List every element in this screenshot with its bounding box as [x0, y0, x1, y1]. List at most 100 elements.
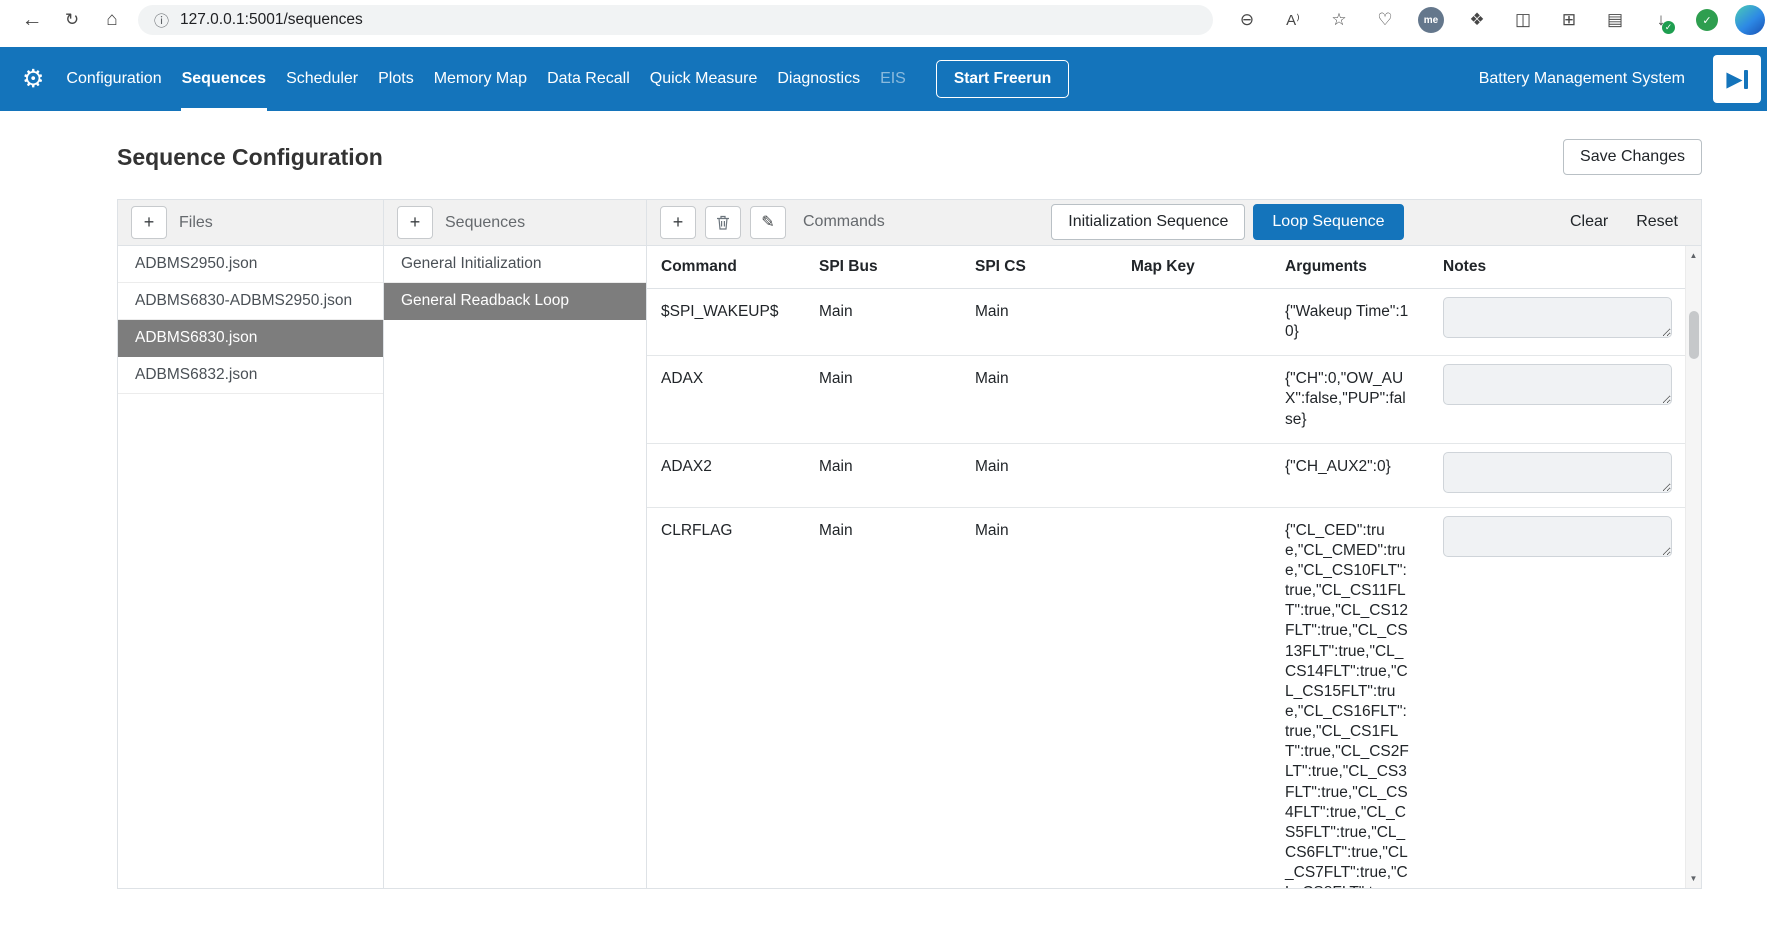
- commands-panel: + ✎ Commands Initialization Sequence Loo…: [646, 199, 1702, 889]
- sequence-item-general-readback-loop-selected[interactable]: General Readback Loop: [384, 283, 646, 320]
- sequences-list: General Initialization General Readback …: [384, 246, 646, 320]
- col-spi-bus: SPI Bus: [805, 246, 961, 288]
- cell-notes: [1429, 289, 1685, 355]
- reset-button[interactable]: Reset: [1636, 213, 1678, 231]
- extensions-icon[interactable]: ❖: [1457, 3, 1497, 37]
- command-row-spi-wakeup[interactable]: $SPI_WAKEUP$ Main Main {"Wakeup Time":10…: [647, 289, 1685, 356]
- nav-plots[interactable]: Plots: [368, 47, 424, 111]
- nav-scheduler[interactable]: Scheduler: [276, 47, 368, 111]
- avatar: me: [1418, 7, 1444, 33]
- cell-arguments: {"CL_CED":true,"CL_CMED":true,"CL_CS10FL…: [1271, 508, 1429, 888]
- notes-input[interactable]: [1443, 364, 1672, 405]
- nav-sequences[interactable]: Sequences: [172, 47, 276, 111]
- command-row-adax2[interactable]: ADAX2 Main Main {"CH_AUX2":0}: [647, 444, 1685, 508]
- home-icon[interactable]: ⌂: [92, 3, 132, 37]
- site-info-icon[interactable]: ⓘ: [154, 10, 169, 31]
- col-command: Command: [647, 246, 805, 288]
- collections-icon[interactable]: ⊞: [1549, 3, 1589, 37]
- page-title: Sequence Configuration: [117, 144, 383, 171]
- profile-avatar[interactable]: me: [1411, 3, 1451, 37]
- settings-gear-icon[interactable]: ⚙: [22, 64, 44, 94]
- nav-quick-measure[interactable]: Quick Measure: [640, 47, 768, 111]
- clear-button[interactable]: Clear: [1570, 213, 1608, 231]
- col-spi-cs: SPI CS: [961, 246, 1117, 288]
- file-item-adbms6830-selected[interactable]: ADBMS6830.json: [118, 320, 383, 357]
- url-text: 127.0.0.1:5001/sequences: [180, 11, 363, 29]
- cell-map-key: [1117, 289, 1271, 355]
- nav-data-recall[interactable]: Data Recall: [537, 47, 640, 111]
- cell-command: ADAX: [647, 356, 805, 442]
- files-header-bar: + Files: [118, 200, 383, 246]
- cell-arguments: {"Wakeup Time":10}: [1271, 289, 1429, 355]
- command-row-clrflag[interactable]: CLRFLAG Main Main {"CL_CED":true,"CL_CME…: [647, 508, 1685, 888]
- favorite-star-icon[interactable]: ☆: [1319, 3, 1359, 37]
- command-row-adax[interactable]: ADAX Main Main {"CH":0,"OW_AUX":false,"P…: [647, 356, 1685, 443]
- scroll-down-arrow[interactable]: ▼: [1690, 869, 1698, 888]
- cell-notes: [1429, 508, 1685, 888]
- cell-command: $SPI_WAKEUP$: [647, 289, 805, 355]
- col-map-key: Map Key: [1117, 246, 1271, 288]
- cell-notes: [1429, 444, 1685, 507]
- table-scrollbar[interactable]: ▲ ▼: [1685, 246, 1701, 888]
- add-command-button[interactable]: +: [660, 206, 696, 239]
- cell-spi-cs: Main: [961, 356, 1117, 442]
- sequence-item-general-initialization[interactable]: General Initialization: [384, 246, 646, 283]
- delete-command-button[interactable]: [705, 206, 741, 239]
- add-file-button[interactable]: +: [131, 206, 167, 239]
- cell-arguments: {"CH":0,"OW_AUX":false,"PUP":false}: [1271, 356, 1429, 442]
- downloads-icon[interactable]: ↓ ✓: [1641, 3, 1681, 37]
- notes-input[interactable]: [1443, 297, 1672, 338]
- zoom-out-icon[interactable]: ⊖: [1227, 3, 1267, 37]
- file-item-adbms6830-adbms2950[interactable]: ADBMS6830-ADBMS2950.json: [118, 283, 383, 320]
- files-list: ADBMS2950.json ADBMS6830-ADBMS2950.json …: [118, 246, 383, 394]
- commands-table-header: Command SPI Bus SPI CS Map Key Arguments…: [647, 246, 1685, 289]
- nav-eis: EIS: [870, 47, 916, 111]
- notes-input[interactable]: [1443, 452, 1672, 493]
- read-aloud-icon[interactable]: A⁾: [1273, 3, 1313, 37]
- trash-icon: [716, 215, 730, 230]
- scroll-up-arrow[interactable]: ▲: [1690, 246, 1698, 265]
- play-icon: ▶: [1726, 69, 1742, 90]
- save-changes-button[interactable]: Save Changes: [1563, 139, 1702, 175]
- nav-memory-map[interactable]: Memory Map: [424, 47, 537, 111]
- file-item-adbms2950[interactable]: ADBMS2950.json: [118, 246, 383, 283]
- cell-map-key: [1117, 356, 1271, 442]
- nav-configuration[interactable]: Configuration: [56, 47, 171, 111]
- cell-spi-bus: Main: [805, 356, 961, 442]
- panels-row: + Files ADBMS2950.json ADBMS6830-ADBMS29…: [117, 199, 1702, 889]
- commands-table: Command SPI Bus SPI CS Map Key Arguments…: [647, 246, 1701, 888]
- cell-spi-cs: Main: [961, 444, 1117, 507]
- loop-sequence-button[interactable]: Loop Sequence: [1253, 204, 1403, 240]
- address-bar[interactable]: ⓘ 127.0.0.1:5001/sequences: [138, 5, 1213, 35]
- scroll-thumb[interactable]: [1689, 311, 1699, 359]
- browser-actions: ⊖ A⁾ ☆ ♡ me ❖ ◫ ⊞ ▤ ↓ ✓ ✓: [1227, 3, 1757, 37]
- app-navbar: ⚙ Configuration Sequences Scheduler Plot…: [0, 47, 1767, 111]
- run-panel-button[interactable]: ▶: [1713, 55, 1761, 103]
- nav-diagnostics[interactable]: Diagnostics: [767, 47, 870, 111]
- download-complete-badge: ✓: [1662, 21, 1675, 34]
- start-freerun-button[interactable]: Start Freerun: [936, 60, 1069, 98]
- col-arguments: Arguments: [1271, 246, 1429, 288]
- sequence-type-toggle: Initialization Sequence Loop Sequence: [1051, 204, 1403, 240]
- initialization-sequence-button[interactable]: Initialization Sequence: [1051, 204, 1245, 240]
- col-notes: Notes: [1429, 246, 1685, 288]
- page-content: Sequence Configuration Save Changes + Fi…: [0, 139, 1767, 889]
- security-extension-icon[interactable]: ✓: [1687, 3, 1727, 37]
- notes-input[interactable]: [1443, 516, 1672, 557]
- commands-toolbar: + ✎ Commands Initialization Sequence Loo…: [647, 200, 1701, 246]
- files-header-label: Files: [179, 214, 213, 232]
- cell-spi-bus: Main: [805, 289, 961, 355]
- edge-logo[interactable]: [1735, 5, 1765, 35]
- edit-command-button[interactable]: ✎: [750, 206, 786, 239]
- refresh-icon[interactable]: ↻: [52, 3, 92, 37]
- cell-spi-cs: Main: [961, 289, 1117, 355]
- back-icon[interactable]: ←: [12, 3, 52, 37]
- file-item-adbms6832[interactable]: ADBMS6832.json: [118, 357, 383, 394]
- cell-map-key: [1117, 444, 1271, 507]
- split-screen-icon[interactable]: ◫: [1503, 3, 1543, 37]
- apps-icon[interactable]: ▤: [1595, 3, 1635, 37]
- cell-arguments: {"CH_AUX2":0}: [1271, 444, 1429, 507]
- add-sequence-button[interactable]: +: [397, 206, 433, 239]
- browser-essentials-icon[interactable]: ♡: [1365, 3, 1405, 37]
- cell-command: ADAX2: [647, 444, 805, 507]
